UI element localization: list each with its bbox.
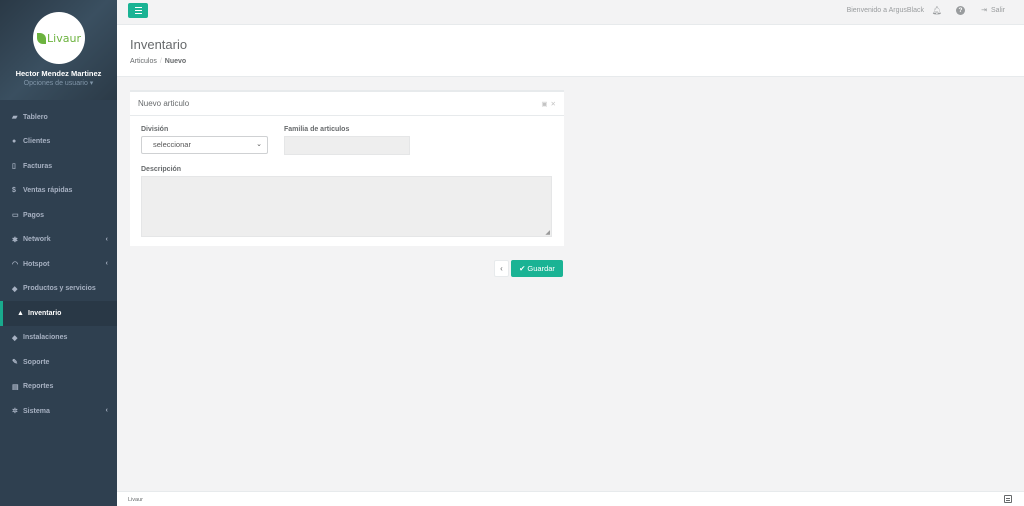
save-button[interactable]: ✔ Guardar xyxy=(511,260,563,277)
check-icon: ✔ xyxy=(519,264,526,273)
user-options-dropdown[interactable]: Opciones de usuario ▾ xyxy=(0,79,117,87)
wifi-icon: ◠ xyxy=(12,261,19,269)
sidebar-item-reportes[interactable]: ▤ Reportes xyxy=(0,375,117,400)
sidebar-menu: ▰ Tablero ● Clientes ▯ Facturas $ Ventas rápida… xyxy=(0,105,117,424)
sidebar-item-label: Inventario xyxy=(28,309,62,317)
footer-widget-icon[interactable] xyxy=(1004,495,1012,503)
sidebar-item-soporte[interactable]: ✎ Soporte xyxy=(0,350,117,375)
sitemap-icon: ✱ xyxy=(12,236,18,244)
division-label: División xyxy=(141,126,169,133)
topbar: Bienvenido a ArgusBlack 🔔︎ ? ⇥ Salir xyxy=(117,0,1024,25)
division-select[interactable]: seleccionar ⌄ xyxy=(141,136,268,154)
familia-label: Familia de articulos xyxy=(284,126,350,133)
sidebar-item-network[interactable]: ✱ Network ‹ xyxy=(0,228,117,253)
sidebar-item-productos-y-servicios[interactable]: ◆ Productos y servicios xyxy=(0,277,117,302)
panel-tools: ▣ ✕ xyxy=(538,100,556,108)
money-icon: ▭ xyxy=(12,212,19,220)
sidebar-item-facturas[interactable]: ▯ Facturas xyxy=(0,154,117,179)
footer: Livaur xyxy=(117,491,1024,506)
save-button-label: Guardar xyxy=(527,264,555,273)
descripcion-label: Descripción xyxy=(141,166,182,173)
panel-title: Nuevo articulo xyxy=(138,99,190,108)
help-icon[interactable]: ? xyxy=(956,6,965,15)
cogs-icon: ✲ xyxy=(12,408,18,416)
logout-link[interactable]: ⇥ Salir xyxy=(981,6,1005,14)
chevron-left-icon: ‹ xyxy=(105,235,108,243)
sidebar-item-pagos[interactable]: ▭ Pagos xyxy=(0,203,117,228)
close-icon[interactable]: ✕ xyxy=(551,101,556,108)
breadcrumb-parent[interactable]: Articulos xyxy=(130,58,157,65)
tags-icon: ◆ xyxy=(12,285,18,293)
book-icon: ▤ xyxy=(12,383,19,391)
sidebar-item-label: Instalaciones xyxy=(23,334,68,342)
sidebar-item-clientes[interactable]: ● Clientes xyxy=(0,130,117,155)
chevron-left-icon: ‹ xyxy=(105,260,108,267)
footer-text: Livaur xyxy=(128,497,143,503)
sidebar-item-label: Tablero xyxy=(23,113,48,121)
sidebar-item-label: Pagos xyxy=(23,211,45,219)
breadcrumb-separator: / xyxy=(159,58,162,65)
breadcrumb-current: Nuevo xyxy=(164,58,187,65)
back-button[interactable]: ‹ xyxy=(494,260,509,277)
users-icon: ● xyxy=(12,138,17,146)
resize-handle-icon[interactable]: ◢ xyxy=(545,229,550,236)
wrench-icon: ✎ xyxy=(12,359,18,367)
familia-input[interactable] xyxy=(284,136,410,155)
save-icon[interactable]: ▣ xyxy=(541,101,547,108)
profile-header: Livaur Hector Mendez Martinez Opciones d… xyxy=(0,0,117,100)
division-select-value: seleccionar xyxy=(153,140,191,149)
sidebar-item-label: Productos y servicios xyxy=(23,285,96,293)
logout-label: Salir xyxy=(990,7,1005,14)
breadcrumb: Articulos / Nuevo xyxy=(130,58,186,65)
sidebar-item-hotspot[interactable]: ◠ Hotspot ‹ xyxy=(0,252,117,277)
chevron-left-icon: ‹ xyxy=(105,407,108,414)
logo-avatar[interactable]: Livaur xyxy=(33,12,85,64)
bell-icon[interactable]: 🔔︎ xyxy=(932,6,942,15)
leaf-logo-icon xyxy=(37,32,47,44)
descripcion-textarea[interactable]: ◢ xyxy=(141,176,552,237)
sidebar-item-label: Clientes xyxy=(23,138,51,146)
user-name: Hector Mendez Martinez xyxy=(15,69,102,78)
dollar-icon: $ xyxy=(12,187,16,195)
welcome-text: Bienvenido a ArgusBlack xyxy=(846,7,924,14)
sidebar-item-label: Soporte xyxy=(23,358,50,366)
dashboard-icon: ▰ xyxy=(12,114,18,122)
chevron-down-icon: ⌄ xyxy=(256,141,262,148)
sign-out-icon: ⇥ xyxy=(981,7,987,14)
sidebar-item-label: Reportes xyxy=(23,383,54,391)
sidebar-item-label: Ventas rápidas xyxy=(23,187,73,195)
sidebar-item-label: Facturas xyxy=(23,162,53,170)
sidebar-item-instalaciones[interactable]: ◆ Instalaciones xyxy=(0,326,117,351)
sidebar-item-label: Sistema xyxy=(23,407,50,415)
panel-header: Nuevo articulo ▣ ✕ xyxy=(130,92,564,116)
sidebar-item-label: Hotspot xyxy=(23,260,50,268)
page-title: Inventario xyxy=(130,37,188,52)
new-article-panel: Nuevo articulo ▣ ✕ División seleccionar ⌄… xyxy=(130,90,564,246)
cubes-icon: ▲ xyxy=(17,309,24,317)
sidebar-item-inventario[interactable]: ▲ Inventario xyxy=(0,301,117,326)
sidebar-item-label: Network xyxy=(23,236,51,244)
sidebar-item-tablero[interactable]: ▰ Tablero xyxy=(0,105,117,130)
sidebar-item-ventas-rápidas[interactable]: $ Ventas rápidas xyxy=(0,179,117,204)
logo-text: Livaur xyxy=(47,31,81,45)
menu-toggle-button[interactable] xyxy=(128,3,148,18)
page-heading: Inventario Articulos / Nuevo xyxy=(117,25,1024,77)
tag-icon: ◆ xyxy=(12,334,18,342)
file-icon: ▯ xyxy=(12,163,16,171)
sidebar-item-sistema[interactable]: ✲ Sistema ‹ xyxy=(0,399,117,424)
sidebar: Livaur Hector Mendez Martinez Opciones d… xyxy=(0,0,117,506)
